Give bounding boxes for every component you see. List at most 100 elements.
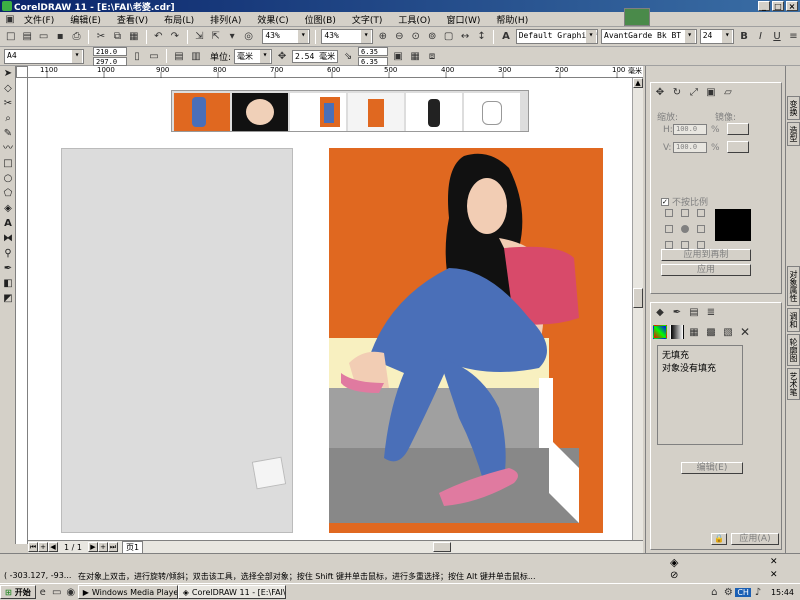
menu-arrange[interactable]: 排列(A) xyxy=(202,13,249,26)
all-pages-icon[interactable]: ▤ xyxy=(172,49,186,63)
menu-help[interactable]: 帮助(H) xyxy=(488,13,536,26)
tray-icon[interactable]: ⚙ xyxy=(721,585,735,599)
thumbnail-image[interactable] xyxy=(232,93,288,131)
font-name-select[interactable]: AvantGarde Bk BT xyxy=(601,29,697,44)
page-tab[interactable]: 页1 xyxy=(122,540,144,554)
detail-tab-icon[interactable]: ≣ xyxy=(704,305,718,319)
current-page-icon[interactable]: ▥ xyxy=(189,49,203,63)
new-from-template-icon[interactable]: ▤ xyxy=(20,30,33,44)
thumbnail-image[interactable] xyxy=(174,93,230,131)
tab-artistic-media[interactable]: 艺术笔 xyxy=(787,368,800,400)
thumbnail-image[interactable] xyxy=(464,93,520,131)
freehand-tool-icon[interactable]: ✎ xyxy=(1,127,15,141)
apply-button[interactable]: 应用 xyxy=(661,264,751,276)
export-icon[interactable]: ⇱ xyxy=(209,30,222,44)
first-page-button[interactable]: ⏮ xyxy=(28,542,38,552)
outline-tab-icon[interactable]: ✒ xyxy=(670,305,684,319)
zoom-width-icon[interactable]: ↔ xyxy=(458,30,471,44)
paste-icon[interactable]: ▦ xyxy=(127,30,140,44)
underline-icon[interactable]: U xyxy=(770,30,783,44)
task-coreldraw[interactable]: ◈ CorelDRAW 11 - [E:\FAI\... xyxy=(177,585,286,599)
polygon-tool-icon[interactable]: ⬠ xyxy=(1,187,15,201)
tab-contour[interactable]: 轮廓图 xyxy=(787,334,800,366)
menu-effects[interactable]: 效果(C) xyxy=(249,13,296,26)
zoom-out-icon[interactable]: ⊖ xyxy=(393,30,406,44)
treat-as-filled-icon[interactable]: ▣ xyxy=(391,49,405,63)
portrait-icon[interactable]: ▯ xyxy=(130,49,144,63)
zoom-level-select[interactable]: 43% xyxy=(262,29,311,44)
font-style-select[interactable]: Default Graphic * xyxy=(515,29,599,44)
texture-fill-icon[interactable]: ▩ xyxy=(704,325,718,339)
uniform-fill-icon[interactable] xyxy=(653,325,667,339)
mirror-h-button[interactable] xyxy=(727,123,749,135)
thumbnail-image[interactable] xyxy=(406,93,462,131)
shape-tool-icon[interactable]: ◇ xyxy=(1,82,15,96)
quicklaunch-ie-icon[interactable]: e xyxy=(36,585,50,599)
pick-tool-icon[interactable]: ➤ xyxy=(1,67,15,81)
units-select[interactable]: 毫米 xyxy=(234,48,273,64)
apply-fill-button[interactable]: 应用(A) xyxy=(731,533,779,545)
menu-bitmaps[interactable]: 位图(B) xyxy=(297,13,344,26)
general-tab-icon[interactable]: ▤ xyxy=(687,305,701,319)
italic-icon[interactable]: I xyxy=(754,30,767,44)
smart-drawing-icon[interactable]: 〰 xyxy=(1,142,15,156)
zoom-all-icon[interactable]: ⊚ xyxy=(425,30,438,44)
task-windows-media-player[interactable]: ▶ Windows Media Player xyxy=(77,585,178,599)
menu-edit[interactable]: 编辑(E) xyxy=(62,13,109,26)
copy-icon[interactable]: ⧉ xyxy=(111,30,124,44)
close-button[interactable]: × xyxy=(786,1,798,11)
paper-size-select[interactable]: A4 xyxy=(4,48,84,64)
duplicate-y-field[interactable]: 6.35 xyxy=(358,56,389,66)
to-front-icon[interactable]: ⧈ xyxy=(425,49,439,63)
minimize-button[interactable]: _ xyxy=(758,1,770,11)
outline-tool-icon[interactable]: ✒ xyxy=(1,262,15,276)
cut-icon[interactable]: ✂ xyxy=(94,30,107,44)
rotate-icon[interactable]: ↻ xyxy=(670,85,684,99)
thumbnail-image[interactable] xyxy=(290,93,346,131)
scroll-up-arrow[interactable]: ▲ xyxy=(633,78,643,88)
thumbnail-image[interactable] xyxy=(348,93,404,131)
ellipse-tool-icon[interactable]: ○ xyxy=(1,172,15,186)
add-page-before-button[interactable]: + xyxy=(38,542,48,552)
menu-window[interactable]: 窗口(W) xyxy=(439,13,489,26)
lock-icon[interactable]: 🔒 xyxy=(711,533,727,545)
redo-icon[interactable]: ↷ xyxy=(168,30,181,44)
scale-h-field[interactable]: 100.0 xyxy=(673,124,707,135)
font-size-select[interactable]: 24 xyxy=(699,29,735,44)
menu-text[interactable]: 文字(T) xyxy=(344,13,391,26)
scale-v-field[interactable]: 100.0 xyxy=(673,142,707,153)
new-icon[interactable]: □ xyxy=(4,30,17,44)
size-icon[interactable]: ▣ xyxy=(704,85,718,99)
align-icon[interactable]: ≡ xyxy=(787,30,800,44)
tab-blend[interactable]: 调和 xyxy=(787,308,800,332)
scale-icon[interactable]: ⤢ xyxy=(687,85,701,99)
options-icon[interactable]: ▦ xyxy=(408,49,422,63)
vertical-ruler[interactable] xyxy=(16,78,28,544)
quicklaunch-media-icon[interactable]: ◉ xyxy=(64,585,78,599)
zoom-level-select-2[interactable]: 43% xyxy=(321,29,374,44)
corel-online-icon[interactable]: ◎ xyxy=(242,30,255,44)
next-page-button[interactable]: ▶ xyxy=(88,542,98,552)
volume-icon[interactable]: ♪ xyxy=(751,585,765,599)
page-width-field[interactable]: 210.0 xyxy=(93,46,127,56)
page-height-field[interactable]: 297.0 xyxy=(93,56,127,66)
tray-language-indicator[interactable]: CH xyxy=(735,587,751,597)
fill-tool-icon[interactable]: ◧ xyxy=(1,277,15,291)
start-button[interactable]: ⊞ 开始 xyxy=(0,585,36,599)
text-tool-icon[interactable]: A xyxy=(1,217,15,231)
menu-view[interactable]: 查看(V) xyxy=(109,13,156,26)
menu-layout[interactable]: 布局(L) xyxy=(156,13,202,26)
add-page-after-button[interactable]: + xyxy=(98,542,108,552)
drawing-canvas[interactable] xyxy=(28,78,643,540)
interactive-fill-icon[interactable]: ◩ xyxy=(1,292,15,306)
position-icon[interactable]: ✥ xyxy=(653,85,667,99)
document-icon[interactable]: ▣ xyxy=(4,13,16,25)
anchor-grid[interactable] xyxy=(665,209,705,249)
pattern-fill-icon[interactable]: ▦ xyxy=(687,325,701,339)
bold-icon[interactable]: B xyxy=(737,30,750,44)
zoom-height-icon[interactable]: ↕ xyxy=(475,30,488,44)
menu-file[interactable]: 文件(F) xyxy=(16,13,62,26)
zoom-selected-icon[interactable]: ⊙ xyxy=(409,30,422,44)
zoom-in-icon[interactable]: ⊕ xyxy=(376,30,389,44)
zoom-tool-icon[interactable]: ⌕ xyxy=(1,112,15,126)
